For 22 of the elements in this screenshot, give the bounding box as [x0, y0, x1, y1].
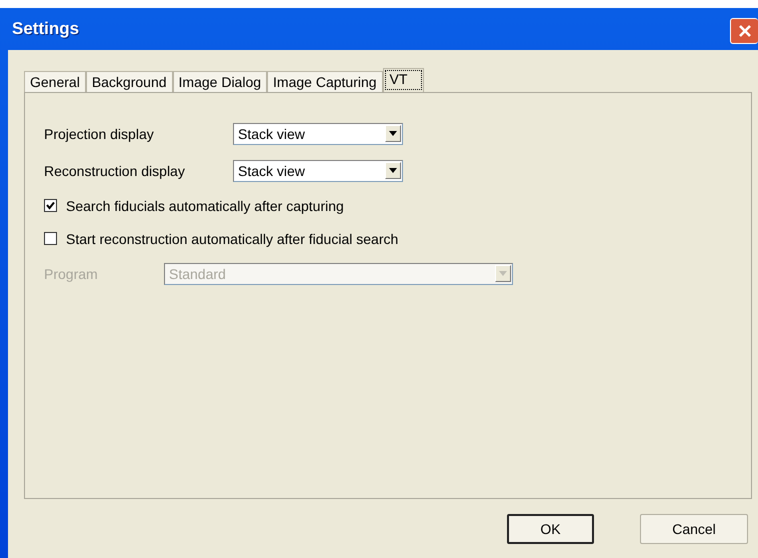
field-label: Program [44, 266, 99, 282]
checkbox-label: Search fiducials automatically after capturing [66, 198, 344, 214]
field-label: Projection display [44, 126, 155, 142]
checkbox-label: Start reconstruction automatically after fiducial search [66, 230, 398, 246]
close-button[interactable] [730, 18, 758, 44]
checkbox[interactable] [44, 199, 57, 212]
caret-icon [495, 265, 511, 282]
dialog-button[interactable]: Cancel [640, 514, 748, 544]
dialog-button[interactable]: OK [507, 514, 594, 544]
close-icon [738, 24, 752, 38]
dropdown[interactable]: Stack view [233, 160, 403, 182]
tab[interactable]: Background [86, 71, 173, 92]
dropdown[interactable]: Stack view [233, 122, 403, 144]
field-label: Reconstruction display [44, 162, 186, 178]
tab[interactable]: General [24, 71, 86, 92]
tab[interactable]: Image Capturing [267, 71, 383, 92]
window-title: Settings [11, 19, 80, 39]
caret-icon [385, 162, 401, 179]
caret-icon [385, 125, 401, 142]
tab[interactable]: Image Dialog [172, 71, 268, 92]
tab[interactable]: VT [382, 68, 424, 92]
checkbox[interactable] [44, 232, 57, 245]
